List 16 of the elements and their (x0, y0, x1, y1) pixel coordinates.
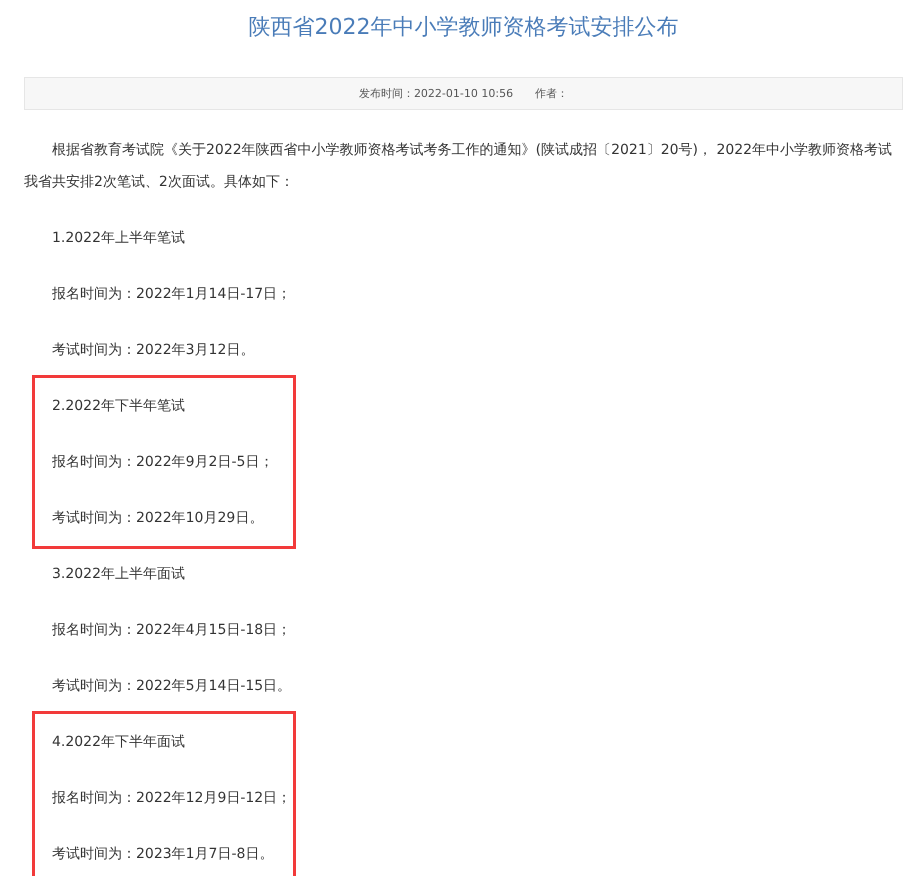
author-label: 作者： (535, 86, 568, 101)
schedule-line: 2.2022年下半年笔试 (51, 397, 186, 416)
article-title: 陕西省2022年中小学教师资格考试安排公布 (248, 14, 680, 42)
schedule-line: 报名时间为：2022年4月15日-18日； (51, 621, 292, 640)
schedule-line: 报名时间为：2022年12月9日-12日； (51, 789, 292, 808)
schedule-line: 考试时间为：2022年10月29日。 (51, 509, 264, 528)
schedule-line: 考试时间为：2022年3月12日。 (51, 341, 256, 360)
schedule-line: 报名时间为：2022年1月14日-17日； (51, 285, 292, 304)
schedule-line: 1.2022年上半年笔试 (51, 229, 186, 248)
schedule-line: 4.2022年下半年面试 (51, 733, 186, 752)
intro-paragraph: 根据省教育考试院《关于2022年陕西省中小学教师资格考试考务工作的通知》(陕试成招〔2021〕20号)， 2022年中小学教师资格考试我省共安排2次笔试、2次面试。具体如下： (24, 141, 894, 192)
schedule-line: 考试时间为：2022年5月14日-15日。 (51, 677, 292, 696)
schedule-line: 报名时间为：2022年9月2日-5日； (51, 453, 274, 472)
publish-time: 发布时间：2022-01-10 10:56 (358, 86, 514, 101)
schedule-line: 3.2022年上半年面试 (51, 565, 186, 584)
schedule-line: 考试时间为：2023年1月7日-8日。 (51, 845, 274, 864)
